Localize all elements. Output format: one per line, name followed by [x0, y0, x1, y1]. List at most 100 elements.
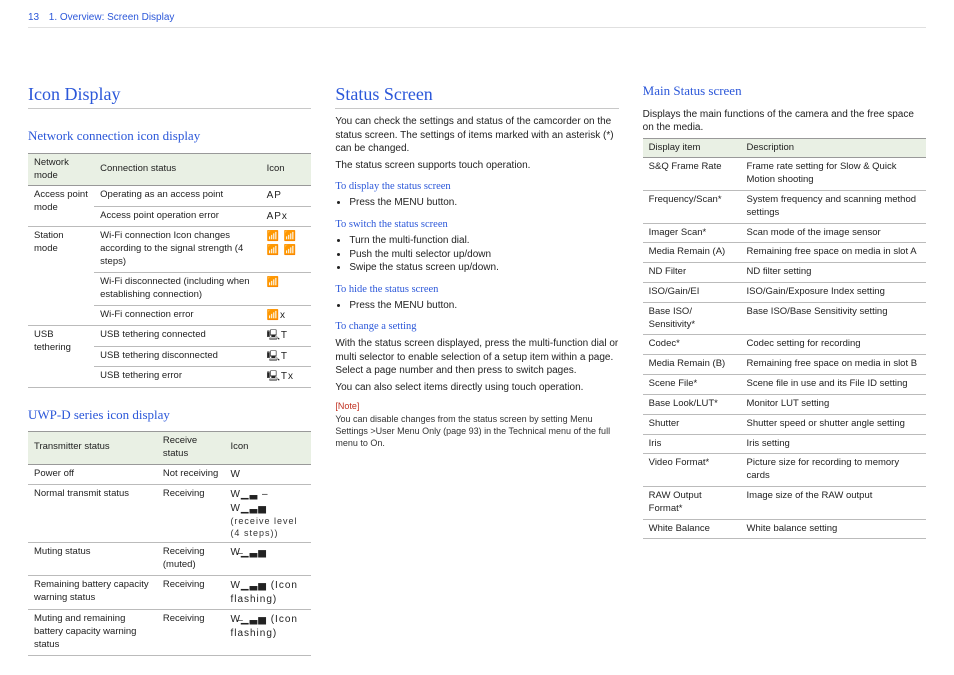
cell-icon: W̶▁▃▅ (Icon flashing): [224, 610, 311, 655]
cell-item: Iris: [643, 434, 741, 454]
cell-item: Frequency/Scan*: [643, 190, 741, 223]
cell-desc: Scan mode of the image sensor: [741, 223, 926, 243]
cell-desc: Picture size for recording to memory car…: [741, 454, 926, 487]
h2-main-status: Main Status screen: [643, 82, 926, 100]
cell-desc: Codec setting for recording: [741, 335, 926, 355]
table-main-status: Display item Description S&Q Frame RateF…: [643, 138, 926, 540]
table-row: Frequency/Scan*System frequency and scan…: [643, 190, 926, 223]
cell-item: Media Remain (B): [643, 355, 741, 375]
cell-item: Media Remain (A): [643, 243, 741, 263]
table-row: Video Format*Picture size for recording …: [643, 454, 926, 487]
th: Icon: [261, 153, 312, 186]
table-row: ShutterShutter speed or shutter angle se…: [643, 414, 926, 434]
cell-status: Wi-Fi disconnected (including when estab…: [94, 272, 260, 305]
cell-desc: Shutter speed or shutter angle setting: [741, 414, 926, 434]
body-text: With the status screen displayed, press …: [335, 337, 618, 378]
body-text: You can also select items directly using…: [335, 381, 618, 395]
column-main-status: Main Status screen Displays the main fun…: [643, 82, 926, 656]
cell-status: USB tethering disconnected: [94, 346, 260, 367]
cell-item: ND Filter: [643, 263, 741, 283]
cell-item: ISO/Gain/EI: [643, 283, 741, 303]
cell-tx: Normal transmit status: [28, 485, 157, 543]
table-row: Muting and remaining battery capacity wa…: [28, 610, 311, 655]
cell-mode: Station mode: [28, 227, 94, 326]
h2-uwpd-icon: UWP-D series icon display: [28, 406, 311, 424]
table-network-icon: Network mode Connection status Icon Acce…: [28, 153, 311, 388]
cell-icon: 🖳Tx: [261, 367, 312, 388]
table-row: S&Q Frame RateFrame rate setting for Slo…: [643, 158, 926, 191]
cell-status: Wi-Fi connection Icon changes according …: [94, 227, 260, 272]
cell-icon: 🖳T: [261, 326, 312, 347]
breadcrumb-text: 1. Overview: Screen Display: [49, 12, 175, 23]
cell-item: S&Q Frame Rate: [643, 158, 741, 191]
cell-tx: Muting and remaining battery capacity wa…: [28, 610, 157, 655]
table-row: Normal transmit statusReceivingW▁▃ – W▁▃…: [28, 485, 311, 543]
cell-item: Shutter: [643, 414, 741, 434]
cell-item: Base ISO/ Sensitivity*: [643, 302, 741, 335]
cell-item: RAW Output Format*: [643, 486, 741, 519]
note-text: You can disable changes from the status …: [335, 413, 618, 449]
list: Press the MENU button.: [335, 196, 618, 210]
table-row: Scene File*Scene file in use and its Fil…: [643, 375, 926, 395]
table-row: Base Look/LUT*Monitor LUT setting: [643, 394, 926, 414]
list-item: Press the MENU button.: [349, 299, 618, 313]
th: Display item: [643, 138, 741, 158]
cell-rx: Receiving (muted): [157, 543, 225, 576]
cell-desc: White balance setting: [741, 519, 926, 539]
list: Turn the multi-function dial. Push the m…: [335, 234, 618, 275]
cell-desc: Remaining free space on media in slot A: [741, 243, 926, 263]
table-row: Base ISO/ Sensitivity*Base ISO/Base Sens…: [643, 302, 926, 335]
cell-desc: System frequency and scanning method set…: [741, 190, 926, 223]
table-uwpd-icon: Transmitter status Receive status Icon P…: [28, 431, 311, 655]
list: Press the MENU button.: [335, 299, 618, 313]
cell-icon: AP: [261, 186, 312, 207]
table-row: ND FilterND filter setting: [643, 263, 926, 283]
table-row: Power offNot receivingW: [28, 464, 311, 485]
intro-text: The status screen supports touch operati…: [335, 159, 618, 173]
table-row: Imager Scan*Scan mode of the image senso…: [643, 223, 926, 243]
cell-mode: USB tethering: [28, 326, 94, 388]
cell-item: Codec*: [643, 335, 741, 355]
cell-item: White Balance: [643, 519, 741, 539]
table-row: Media Remain (B)Remaining free space on …: [643, 355, 926, 375]
h3-switch-status: To switch the status screen: [335, 218, 618, 232]
th: Icon: [224, 432, 311, 465]
cell-mode: Access point mode: [28, 186, 94, 227]
h1-status-screen: Status Screen: [335, 82, 618, 109]
cell-desc: Frame rate setting for Slow & Quick Moti…: [741, 158, 926, 191]
cell-icon: 🖳T: [261, 346, 312, 367]
cell-desc: Iris setting: [741, 434, 926, 454]
list-item: Turn the multi-function dial.: [349, 234, 618, 248]
table-row: Remaining battery capacity warning statu…: [28, 576, 311, 610]
cell-icon: W̶▁▃▅: [224, 543, 311, 576]
column-icon-display: Icon Display Network connection icon dis…: [28, 82, 311, 656]
table-row: White BalanceWhite balance setting: [643, 519, 926, 539]
cell-rx: Receiving: [157, 610, 225, 655]
h3-display-status: To display the status screen: [335, 180, 618, 194]
cell-desc: Image size of the RAW output: [741, 486, 926, 519]
cell-rx: Receiving: [157, 485, 225, 543]
table-row: RAW Output Format*Image size of the RAW …: [643, 486, 926, 519]
th: Receive status: [157, 432, 225, 465]
h1-icon-display: Icon Display: [28, 82, 311, 109]
cell-status: Operating as an access point: [94, 186, 260, 207]
cell-tx: Remaining battery capacity warning statu…: [28, 576, 157, 610]
table-row: USB tetheringUSB tethering connected🖳T: [28, 326, 311, 347]
cell-status: Wi-Fi connection error: [94, 305, 260, 326]
h2-network-icon: Network connection icon display: [28, 127, 311, 145]
cell-status: USB tethering error: [94, 367, 260, 388]
cell-desc: ND filter setting: [741, 263, 926, 283]
list-item: Swipe the status screen up/down.: [349, 261, 618, 275]
table-row: Codec*Codec setting for recording: [643, 335, 926, 355]
cell-desc: Remaining free space on media in slot B: [741, 355, 926, 375]
table-row: Access point modeOperating as an access …: [28, 186, 311, 207]
cell-icon: W▁▃▅ (Icon flashing): [224, 576, 311, 610]
cell-icon: 📶x: [261, 305, 312, 326]
cell-desc: ISO/Gain/Exposure Index setting: [741, 283, 926, 303]
column-status-screen: Status Screen You can check the settings…: [335, 82, 618, 656]
cell-desc: Scene file in use and its File ID settin…: [741, 375, 926, 395]
th: Network mode: [28, 153, 94, 186]
note-label: [Note]: [335, 400, 618, 412]
cell-desc: Monitor LUT setting: [741, 394, 926, 414]
table-row: Muting statusReceiving (muted)W̶▁▃▅: [28, 543, 311, 576]
